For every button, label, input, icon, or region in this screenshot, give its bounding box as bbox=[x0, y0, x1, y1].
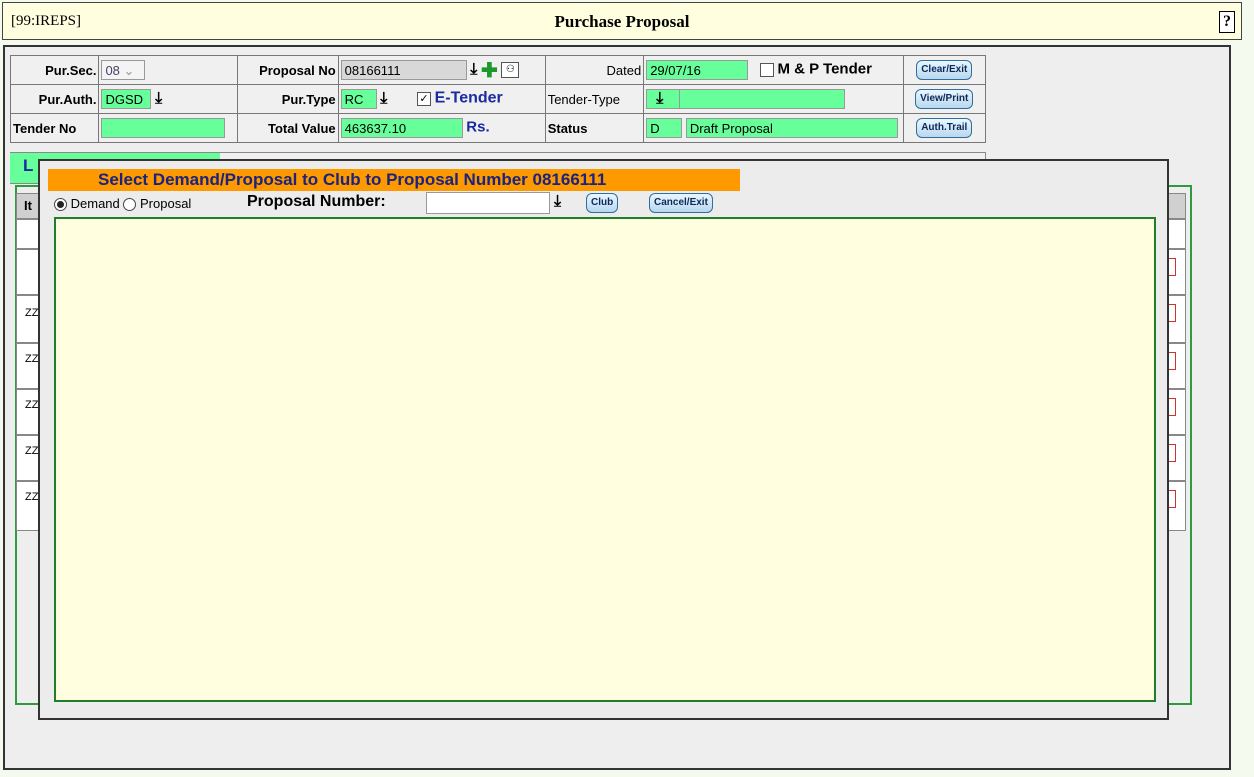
view-print-cell: View/Print bbox=[902, 84, 987, 114]
row-edit-icon[interactable] bbox=[1168, 258, 1176, 276]
total-value-field: 463637.10 bbox=[340, 118, 463, 138]
proposal-header-form: Pur.Sec. 08 ⌄ Proposal No 08166111 ⤓ ✚ ⚇… bbox=[9, 55, 987, 143]
radio-proposal-label: Proposal bbox=[140, 196, 192, 211]
row-code: ZZ bbox=[25, 307, 39, 319]
background-tab-label: L bbox=[23, 156, 34, 175]
tender-no-field[interactable] bbox=[101, 118, 226, 138]
pur-type-label: Pur.Type bbox=[237, 84, 339, 114]
page-title: Purchase Proposal bbox=[554, 12, 690, 31]
mp-tender-label: M & P Tender bbox=[777, 60, 872, 78]
club-proposal-dialog: Select Demand/Proposal to Club to Propos… bbox=[38, 159, 1169, 720]
clear-exit-button[interactable]: Clear/Exit bbox=[916, 60, 973, 80]
row-code: ZZ bbox=[25, 491, 39, 503]
cancel-exit-button[interactable]: Cancel/Exit bbox=[649, 193, 713, 213]
status-label: Status bbox=[544, 113, 645, 143]
total-value-cell: 463637.10 Rs. bbox=[337, 113, 546, 143]
row-edit-icon[interactable] bbox=[1168, 444, 1176, 462]
download-arrow-icon[interactable]: ⤓ bbox=[155, 90, 162, 108]
pur-type-cell: RC ⤓ ✓ E-Tender bbox=[337, 84, 546, 114]
view-print-button[interactable]: View/Print bbox=[915, 89, 974, 109]
proposal-no-label: Proposal No bbox=[237, 55, 339, 85]
tender-type-label: Tender-Type bbox=[544, 84, 645, 114]
pur-sec-cell: 08 ⌄ bbox=[98, 55, 239, 85]
pur-auth-cell: DGSD ⤓ bbox=[98, 84, 239, 114]
e-tender-checkbox[interactable]: ✓ bbox=[416, 92, 431, 106]
status-text-field: Draft Proposal bbox=[685, 118, 898, 138]
pur-sec-select[interactable]: 08 ⌄ bbox=[101, 60, 146, 80]
row-edit-icon[interactable] bbox=[1168, 398, 1176, 416]
tender-type-cell: ⤓ bbox=[643, 84, 904, 114]
pur-sec-label: Pur.Sec. bbox=[9, 55, 100, 85]
club-button[interactable]: Club bbox=[586, 193, 619, 213]
proposal-no-cell: 08166111 ⤓ ✚ ⚇ bbox=[337, 55, 546, 85]
chevron-down-icon: ⌄ bbox=[123, 63, 135, 78]
tender-type-desc-field[interactable] bbox=[678, 89, 845, 109]
radio-proposal[interactable] bbox=[123, 198, 137, 212]
e-tender-label: E-Tender bbox=[434, 89, 503, 107]
proposal-number-field[interactable] bbox=[426, 192, 550, 214]
row-code: ZZ bbox=[25, 353, 39, 365]
proposal-no-field[interactable]: 08166111 bbox=[340, 60, 467, 80]
tender-no-label: Tender No bbox=[9, 113, 100, 143]
title-bar: [99:IREPS] Purchase Proposal ? bbox=[2, 2, 1242, 40]
download-arrow-icon[interactable]: ⤓ bbox=[554, 193, 561, 211]
dated-field[interactable]: 29/07/16 bbox=[646, 60, 749, 80]
row-code: ZZ bbox=[25, 445, 39, 457]
radio-demand-label: Demand bbox=[70, 196, 120, 211]
currency-unit: Rs. bbox=[466, 118, 490, 136]
help-icon[interactable]: ? bbox=[1219, 11, 1235, 33]
auth-trail-cell: Auth.Trail bbox=[902, 113, 987, 143]
row-edit-icon[interactable] bbox=[1168, 304, 1176, 322]
dialog-title: Select Demand/Proposal to Club to Propos… bbox=[48, 169, 740, 191]
mp-tender-checkbox[interactable] bbox=[759, 63, 774, 77]
auth-trail-button[interactable]: Auth.Trail bbox=[916, 118, 973, 138]
source-type-radio-group: Demand Proposal bbox=[54, 196, 192, 212]
row-edit-icon[interactable] bbox=[1168, 490, 1176, 508]
tender-no-cell bbox=[98, 113, 239, 143]
background-items-col-label: It bbox=[24, 198, 32, 213]
row-edit-icon[interactable] bbox=[1168, 352, 1176, 370]
download-arrow-icon[interactable]: ⤓ bbox=[656, 90, 663, 108]
pur-sec-value: 08 bbox=[105, 63, 120, 78]
proposal-number-label: Proposal Number: bbox=[247, 193, 386, 210]
total-value-label: Total Value bbox=[237, 113, 339, 143]
results-panel bbox=[54, 217, 1156, 702]
dated-label: Dated bbox=[544, 55, 645, 85]
pur-auth-field[interactable]: DGSD bbox=[101, 89, 152, 109]
download-arrow-icon[interactable]: ⤓ bbox=[380, 90, 387, 108]
clear-exit-cell: Clear/Exit bbox=[902, 55, 987, 85]
row-code: ZZ bbox=[25, 399, 39, 411]
pur-type-field[interactable]: RC bbox=[340, 89, 377, 109]
status-code-field: D bbox=[646, 118, 683, 138]
pur-auth-label: Pur.Auth. bbox=[9, 84, 100, 114]
download-arrow-icon[interactable]: ⤓ bbox=[470, 61, 477, 79]
radio-demand[interactable] bbox=[54, 198, 67, 212]
status-cell: D Draft Proposal bbox=[643, 113, 904, 143]
view-glasses-icon[interactable]: ⚇ bbox=[501, 62, 520, 78]
dated-cell: 29/07/16 M & P Tender bbox=[643, 55, 904, 85]
add-icon[interactable]: ✚ bbox=[481, 60, 498, 82]
